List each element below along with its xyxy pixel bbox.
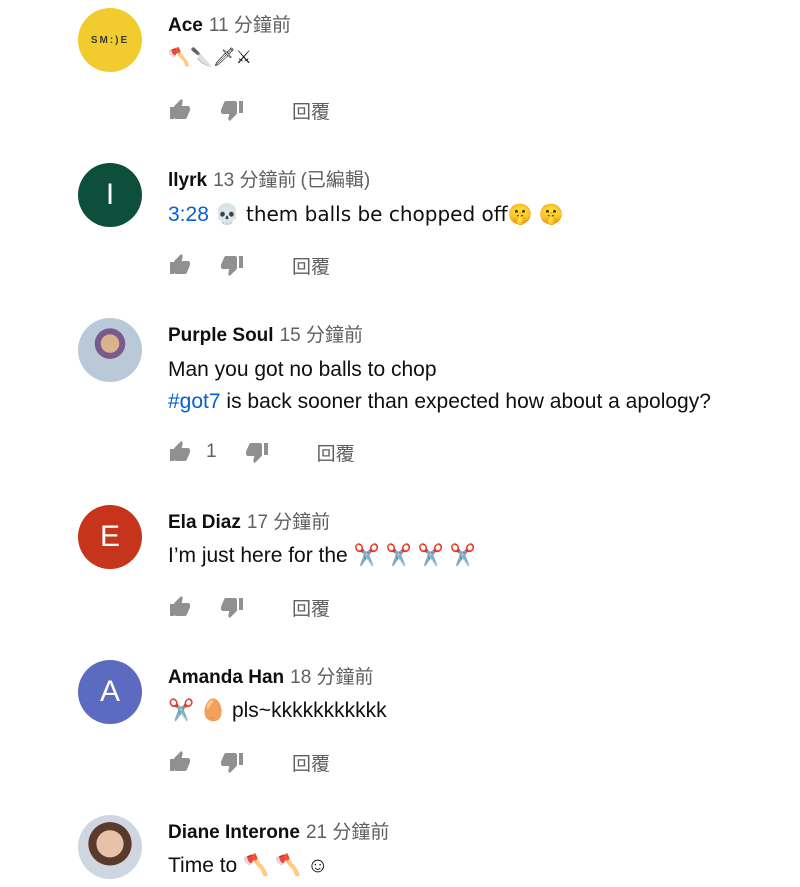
reply-button[interactable]: 回覆 [317,439,355,466]
hashtag-link[interactable]: #got7 [168,390,221,413]
reply-button[interactable]: 回覆 [292,252,330,279]
avatar[interactable]: E [78,505,142,569]
comment-time[interactable]: 15 分鐘前 [280,325,363,346]
thumbs-down-icon[interactable] [245,440,269,464]
avatar[interactable]: SM:)E [78,8,142,72]
comment-author[interactable]: Amanda Han [168,667,284,688]
comment-time[interactable]: 13 分鐘前 [213,170,296,191]
avatar[interactable]: I [78,163,142,227]
comment-text: Time to 🪓 🪓 ☺ [168,854,329,877]
timestamp-link[interactable]: 3:28 [168,203,209,226]
comment-author[interactable]: Diane Interone [168,822,300,843]
like-count: 1 [206,441,217,462]
thumbs-up-icon[interactable] [168,595,192,619]
thumbs-down-icon[interactable] [220,595,244,619]
thumbs-down-icon[interactable] [220,253,244,277]
comment-text: 💀 them balls be chopped off🤫 🤫 [214,202,564,226]
thumbs-up-icon[interactable] [168,98,192,122]
avatar[interactable] [78,318,142,382]
reply-button[interactable]: 回覆 [292,97,330,124]
comment-text: I’m just here for the ✂️ ✂️ ✂️ ✂️ [168,544,476,567]
reply-button[interactable]: 回覆 [292,594,330,621]
comment-time[interactable]: 17 分鐘前 [247,512,330,533]
reply-button[interactable]: 回覆 [292,749,330,776]
comment-text: ✂️ 🥚 pls~kkkkkkkkkkk [168,699,387,722]
edited-label: (已編輯) [300,170,371,191]
comment-text: Man you got no balls to chop [168,358,437,381]
thumbs-down-icon[interactable] [220,750,244,774]
thumbs-down-icon[interactable] [220,98,244,122]
comment-time[interactable]: 18 分鐘前 [290,667,373,688]
comment-author[interactable]: Ela Diaz [168,512,241,533]
comment-author[interactable]: Purple Soul [168,325,274,346]
comment-text: 🪓🔪🗡⚔ [168,47,252,68]
comment-time[interactable]: 21 分鐘前 [306,822,389,843]
comment-author[interactable]: llyrk [168,170,207,191]
avatar[interactable] [78,815,142,879]
avatar[interactable]: A [78,660,142,724]
thumbs-up-icon[interactable] [168,440,192,464]
comment-text-line2: is back sooner than expected how about a… [220,390,711,413]
comment-author[interactable]: Ace [168,15,203,36]
thumbs-up-icon[interactable] [168,750,192,774]
comment-time[interactable]: 11 分鐘前 [209,15,291,36]
thumbs-up-icon[interactable] [168,253,192,277]
